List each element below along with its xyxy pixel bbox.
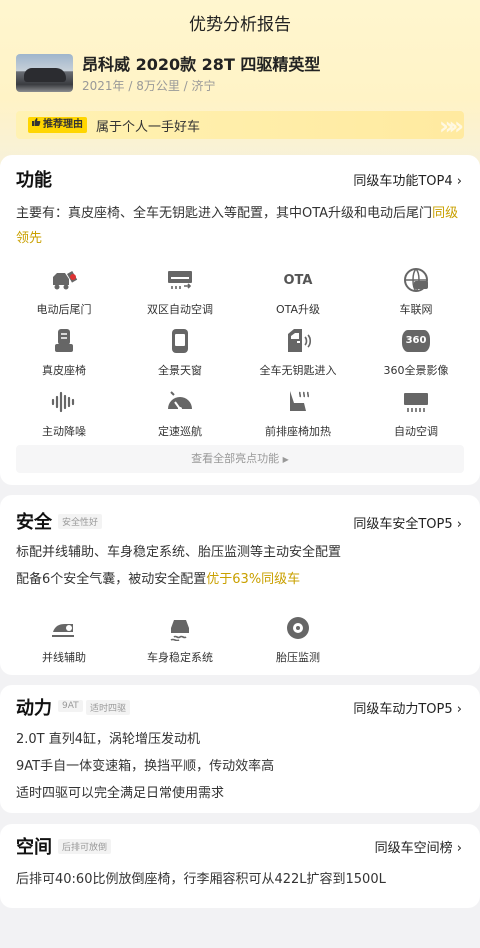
- safety-card: 安全 安全性好 同级车安全TOP5 › 标配并线辅助、车身稳定系统、胎压监测等主…: [0, 495, 480, 675]
- car-thumbnail[interactable]: [16, 54, 73, 92]
- noise-cancel-icon: [14, 387, 114, 417]
- space-card: 空间 后排可放倒 同级车空间榜 › 后排可40:60比例放倒座椅，行李厢容积可从…: [0, 824, 480, 908]
- function-title: 功能: [16, 170, 52, 191]
- safety-line-1: 标配并线辅助、车身稳定系统、胎压监测等主动安全配置: [16, 545, 342, 560]
- feature-cruise[interactable]: 定速巡航: [130, 387, 230, 439]
- safety-chip: 安全性好: [58, 514, 103, 529]
- chevron-decoration-icon: »»: [438, 112, 464, 140]
- car-name: 昂科威 2020款 28T 四驱精英型: [82, 55, 321, 74]
- ac-dual-icon: [130, 265, 230, 295]
- power-line-3: 适时四驱可以完全满足日常使用需求: [16, 786, 225, 801]
- feature-seat-heat[interactable]: 前排座椅加热: [248, 387, 348, 439]
- camera-360-icon: 360: [366, 326, 466, 356]
- chevron-right-icon: ›: [456, 841, 462, 856]
- power-chip-gearbox: 9AT: [58, 700, 83, 712]
- feature-keyless[interactable]: 全车无钥匙进入: [248, 326, 348, 378]
- report-header: 优势分析报告 昂科威 2020款 28T 四驱精英型 2021年 / 8万公里 …: [0, 0, 480, 165]
- auto-ac-icon: [366, 387, 466, 417]
- page-title: 优势分析报告: [189, 15, 291, 35]
- space-title: 空间: [16, 837, 52, 858]
- thumbs-up-icon: [31, 117, 41, 133]
- power-line-1: 2.0T 直列4缸，涡轮增压发动机: [16, 732, 201, 747]
- power-chip-drive: 适时四驱: [86, 700, 131, 715]
- feature-leather-seat[interactable]: 真皮座椅: [14, 326, 114, 378]
- tire-pressure-icon: [248, 613, 348, 643]
- feature-ota[interactable]: OTA OTA升级: [248, 265, 348, 317]
- sunroof-icon: [130, 326, 230, 356]
- feature-tailgate[interactable]: 电动后尾门: [14, 265, 114, 317]
- feature-sunroof[interactable]: 全景天窗: [130, 326, 230, 378]
- feature-dual-ac[interactable]: 双区自动空调: [130, 265, 230, 317]
- feature-noise-cancel[interactable]: 主动降噪: [14, 387, 114, 439]
- seat-heat-icon: [248, 387, 348, 417]
- power-rank-link[interactable]: 同级车动力TOP5 ›: [353, 698, 462, 717]
- chevron-right-icon: ›: [456, 702, 462, 717]
- feature-stability[interactable]: 车身稳定系统: [130, 613, 230, 665]
- function-card: 功能 同级车功能TOP4 › 主要有：真皮座椅、全车无钥匙进入等配置，其中OTA…: [0, 155, 480, 485]
- lane-assist-icon: [14, 613, 114, 643]
- feature-auto-ac[interactable]: 自动空调: [366, 387, 466, 439]
- ota-icon: OTA: [283, 272, 313, 288]
- view-all-features-button[interactable]: 查看全部亮点功能 ▶: [16, 445, 464, 473]
- keyless-entry-icon: [248, 326, 348, 356]
- reason-tag-label: 推荐理由: [43, 119, 83, 130]
- power-title: 动力: [16, 698, 52, 719]
- safety-line-2: 配备6个安全气囊，被动安全配置优于63%同级车: [16, 572, 301, 587]
- feature-360-camera[interactable]: 360 360全景影像: [366, 326, 466, 378]
- space-chip: 后排可放倒: [58, 839, 112, 854]
- space-line: 后排可40:60比例放倒座椅，行李厢容积可从422L扩容到1500L: [16, 872, 386, 887]
- cruise-icon: [130, 387, 230, 417]
- tailgate-icon: [14, 265, 114, 295]
- connected-car-icon: [366, 265, 466, 295]
- chevron-right-icon: ›: [456, 517, 462, 532]
- recommend-reason-bar: 推荐理由 属于个人一手好车 »»: [16, 111, 464, 140]
- feature-connected-car[interactable]: 车联网: [366, 265, 466, 317]
- safety-rank-link[interactable]: 同级车安全TOP5 ›: [353, 513, 462, 532]
- space-rank-link[interactable]: 同级车空间榜 ›: [375, 837, 462, 856]
- recommend-reason-tag: 推荐理由: [28, 117, 87, 133]
- safety-title: 安全: [16, 512, 52, 533]
- function-summary: 主要有：真皮座椅、全车无钥匙进入等配置，其中OTA升级和电动后尾门同级领先: [16, 206, 459, 246]
- feature-lane-assist[interactable]: 并线辅助: [14, 613, 114, 665]
- stability-icon: [130, 613, 230, 643]
- leather-seat-icon: [14, 326, 114, 356]
- reason-text: 属于个人一手好车: [96, 120, 201, 135]
- power-line-2: 9AT手自一体变速箱，换挡平顺，传动效率高: [16, 759, 275, 774]
- triangle-right-icon: ▶: [282, 455, 289, 464]
- chevron-right-icon: ›: [456, 174, 462, 189]
- feature-tire-pressure[interactable]: 胎压监测: [248, 613, 348, 665]
- power-card: 动力 9AT 适时四驱 同级车动力TOP5 › 2.0T 直列4缸，涡轮增压发动…: [0, 685, 480, 813]
- function-rank-link[interactable]: 同级车功能TOP4 ›: [353, 170, 462, 189]
- car-meta: 2021年 / 8万公里 / 济宁: [82, 79, 216, 93]
